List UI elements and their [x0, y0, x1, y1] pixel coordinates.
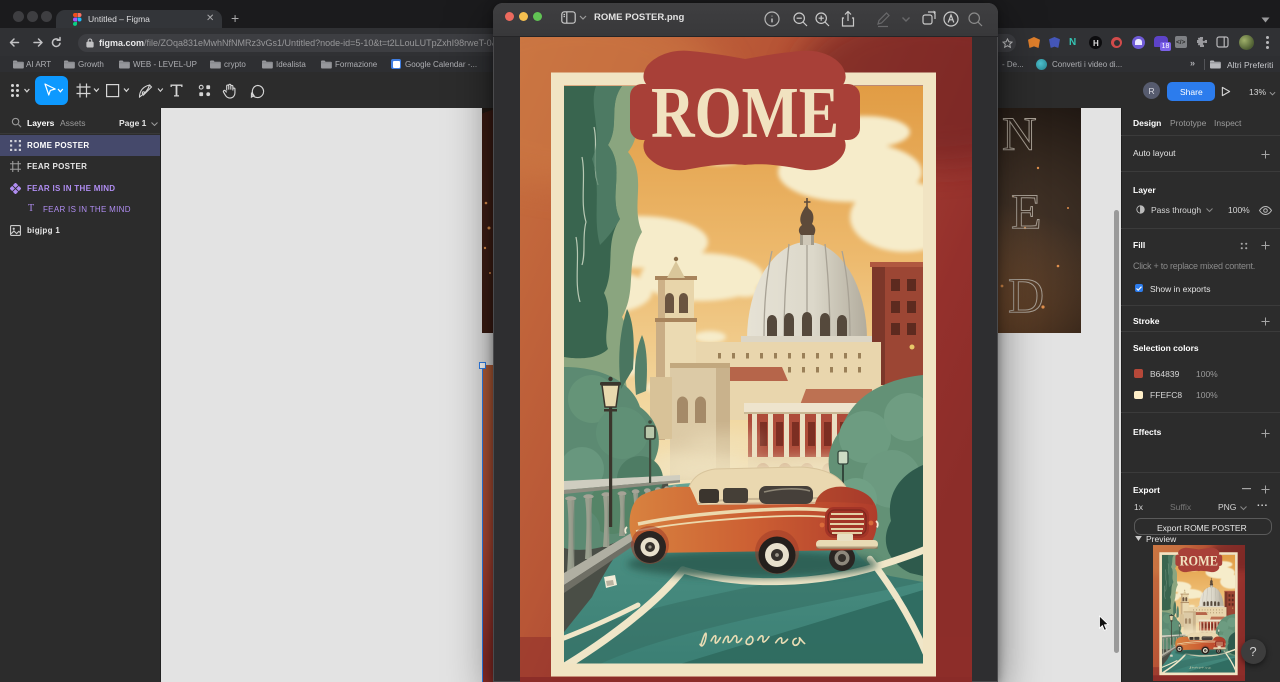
svg-text:D: D: [1008, 267, 1044, 323]
svg-text:E: E: [1011, 183, 1042, 239]
